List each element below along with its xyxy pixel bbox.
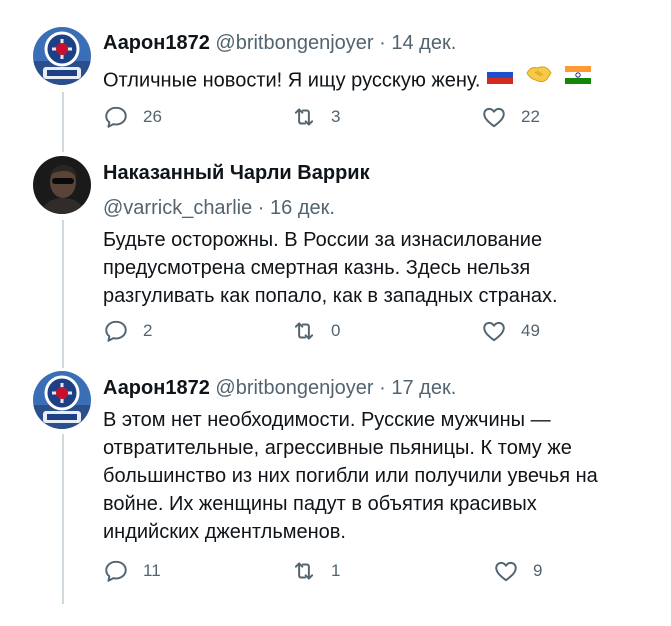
tweet-text: Отличные новости! Я ищу русскую жену. [103,69,481,92]
reply-count: 11 [143,561,161,580]
tweet-header: Аарон1872 @britbongenjoyer · 17 дек. [103,375,661,401]
like-button[interactable]: 22 [481,104,540,130]
reply-count: 2 [143,321,153,340]
tweet-text-block: Будьте осторожны. В России за изнасилова… [103,226,661,310]
rangers-crest-avatar-icon [33,371,91,429]
separator-dot: · [257,197,265,219]
heart-icon [495,561,517,582]
tweet[interactable]: Наказанный Чарли Варрик @varrick_charlie… [0,150,671,365]
reply-icon [105,560,127,582]
retweet-count: 3 [331,107,341,126]
tweet[interactable]: Аарон1872 @britbongenjoyer · 14 дек. Отл… [0,0,671,150]
timestamp[interactable]: 14 дек. [391,32,456,54]
timestamp[interactable]: 16 дек. [270,197,335,219]
reply-button[interactable]: 26 [103,104,162,130]
reply-icon [105,320,127,342]
separator-dot: · [379,32,386,54]
tweet-actions: 11 1 9 [103,558,543,588]
like-count: 9 [533,561,543,580]
tweet-header-name: Наказанный Чарли Варрик [103,160,661,186]
tweet-header: Аарон1872 @britbongenjoyer · 14 дек. [103,30,661,56]
separator-dot: · [379,377,386,399]
avatar[interactable] [33,27,91,85]
reply-button[interactable]: 11 [103,558,161,584]
reply-icon [105,106,127,128]
flag-russia-icon [486,64,513,92]
retweet-icon [294,562,314,580]
tweet-actions: 2 0 49 [103,318,543,348]
handshake-icon [525,63,553,93]
like-count: 49 [521,321,540,340]
avatar[interactable] [33,156,91,214]
retweet-button[interactable]: 0 [291,318,340,344]
tweet-text-line: предусмотрена смертная казнь. Здесь нель… [103,257,531,279]
flag-india-icon [564,64,591,92]
like-count: 22 [521,107,540,126]
timestamp[interactable]: 17 дек. [391,377,456,399]
heart-icon [483,321,505,342]
tweet-text-line: В этом нет необходимости. Русские мужчин… [103,409,551,431]
display-name[interactable]: Аарон1872 [103,32,210,54]
avatar[interactable] [33,371,91,429]
retweet-button[interactable]: 1 [291,558,340,584]
man-with-sunglasses-avatar-icon [33,156,91,214]
display-name[interactable]: Наказанный Чарли Варрик [103,162,370,184]
handle[interactable]: @britbongenjoyer [215,377,373,399]
rangers-crest-avatar-icon [33,27,91,85]
handle[interactable]: @varrick_charlie [103,197,252,219]
tweet-text-line: разгуливать как попало, как в западных с… [103,285,558,307]
tweet-text-line: индийских джентльменов. [103,521,346,543]
like-button[interactable]: 9 [493,558,542,584]
tweet-text-line: войне. Их женщины падут в объятия красив… [103,493,537,515]
handle[interactable]: @britbongenjoyer [215,32,373,54]
retweet-icon [294,108,314,126]
retweet-count: 0 [331,321,341,340]
tweet-text-line: большинство из них погибли или получили … [103,465,598,487]
tweet-header-meta: @varrick_charlie · 16 дек. [103,195,661,221]
tweet-actions: 26 3 22 [103,104,543,134]
heart-icon [483,107,505,128]
tweet-text-block: В этом нет необходимости. Русские мужчин… [103,406,661,546]
tweet-text-line: Будьте осторожны. В России за изнасилова… [103,229,543,251]
reply-count: 26 [143,107,162,126]
tweet-text-line: отвратительные, агрессивные пьяницы. К т… [103,437,572,459]
retweet-count: 1 [331,561,341,580]
like-button[interactable]: 49 [481,318,540,344]
retweet-button[interactable]: 3 [291,104,340,130]
tweet-text-block: Отличные новости! Я ищу русскую жену. [103,63,661,96]
display-name[interactable]: Аарон1872 [103,377,210,399]
tweet[interactable]: Аарон1872 @britbongenjoyer · 17 дек. В э… [0,365,671,626]
retweet-icon [294,322,314,340]
reply-button[interactable]: 2 [103,318,152,344]
